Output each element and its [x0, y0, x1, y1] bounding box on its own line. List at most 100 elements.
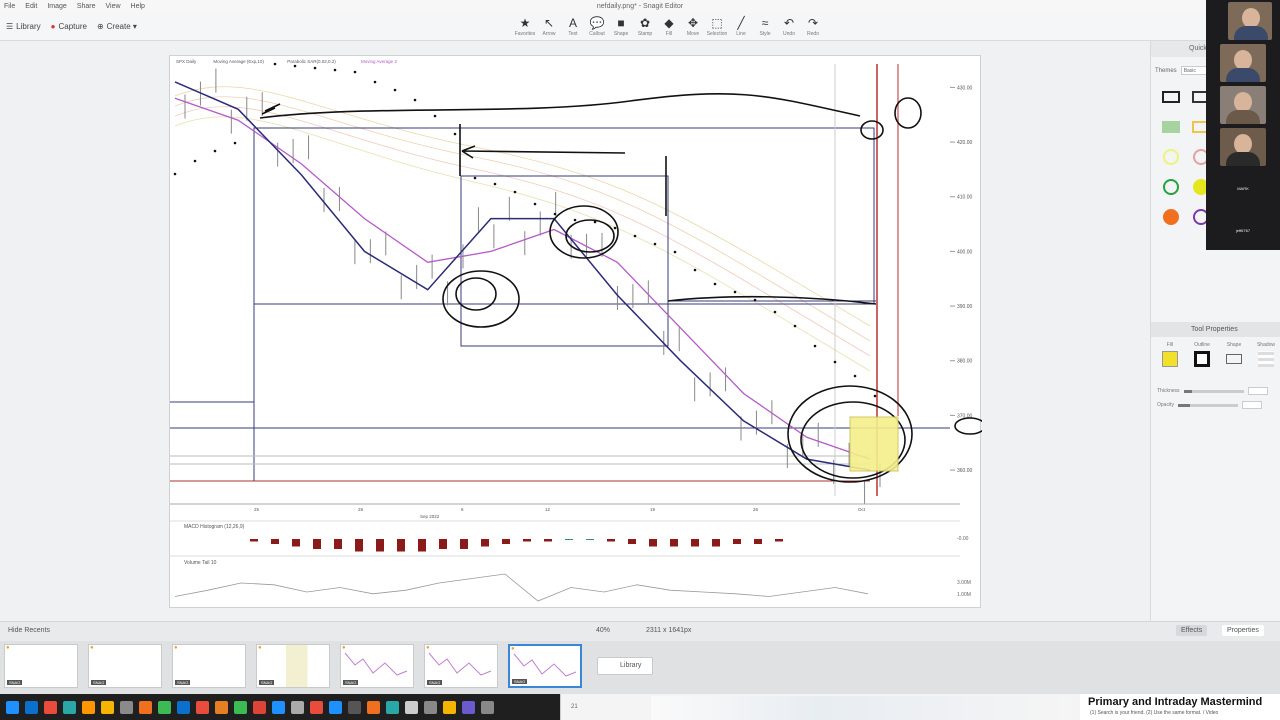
recent-thumbnail[interactable]: ● SNAG	[508, 644, 582, 688]
taskbar-app-icon[interactable]	[462, 700, 475, 714]
start-icon[interactable]	[6, 700, 19, 714]
sar-dot	[453, 132, 457, 136]
quick-style-4[interactable]	[1161, 118, 1181, 136]
undo-icon: ↶	[783, 16, 795, 30]
taskbar-app-icon[interactable]	[234, 700, 247, 714]
taskbar-app-icon[interactable]	[196, 700, 209, 714]
quick-style-12[interactable]	[1161, 178, 1181, 196]
macd-bar	[502, 539, 510, 544]
price-tick: 400.00	[957, 249, 973, 255]
tool-redo[interactable]: ↷ Redo	[802, 15, 824, 37]
hide-recents-button[interactable]: Hide Recents	[8, 627, 50, 634]
menu-help[interactable]: Help	[131, 3, 145, 10]
tool-style[interactable]: ≈ Style	[754, 15, 776, 37]
quick-style-0[interactable]	[1161, 88, 1181, 106]
sar-dot	[713, 282, 717, 286]
stamp-icon: ✿	[639, 16, 651, 30]
taskbar-app-icon[interactable]	[177, 700, 190, 714]
taskbar-app-icon[interactable]	[386, 700, 399, 714]
taskbar-app-icon[interactable]	[443, 700, 456, 714]
tray-library-button[interactable]: Library	[597, 657, 653, 675]
video-tile-2	[1220, 44, 1266, 82]
create-button[interactable]: ⊕ Create ▾	[97, 22, 137, 31]
tool-label: Stamp	[637, 31, 653, 37]
thumbnail-tag: SNAG	[512, 679, 528, 684]
tool-arrow[interactable]: ↖ Arrow	[538, 15, 560, 37]
capture-button[interactable]: ● Capture	[51, 22, 87, 31]
fill-control[interactable]: Fill	[1159, 342, 1181, 367]
taskbar-app-icon[interactable]	[291, 700, 304, 714]
outline-control[interactable]: Outline	[1191, 342, 1213, 367]
tool-favorites[interactable]: ★ Favorites	[514, 15, 536, 37]
effects-tab[interactable]: Effects	[1176, 625, 1208, 636]
dimensions-dropdown[interactable]: 2311 x 1641px	[646, 627, 691, 634]
taskbar-app-icon[interactable]	[367, 700, 380, 714]
taskbar-app-icon[interactable]	[44, 700, 57, 714]
macd-bar	[355, 539, 363, 552]
tool-callout[interactable]: 💬 Callout	[586, 15, 608, 37]
taskbar-app-icon[interactable]	[215, 700, 228, 714]
opacity-slider[interactable]: Opacity	[1157, 401, 1262, 409]
recent-thumbnail[interactable]: ● SNAG	[424, 644, 498, 688]
taskbar-app-icon[interactable]	[158, 700, 171, 714]
recent-thumbnail[interactable]: ● SNAG	[256, 644, 330, 688]
taskbar-app-icon[interactable]	[120, 700, 133, 714]
shape-control[interactable]: Shape	[1223, 342, 1245, 367]
chart-image[interactable]: SPX Daily Moving Average (Exp,10) Paraboli…	[169, 55, 986, 608]
line-icon: ╱	[737, 16, 745, 30]
taskbar-app-icon[interactable]	[82, 700, 95, 714]
x-tick: Sep 2022	[420, 514, 440, 519]
menu-edit[interactable]: Edit	[25, 3, 37, 10]
taskbar-app-icon[interactable]	[405, 700, 418, 714]
menu-file[interactable]: File	[4, 3, 15, 10]
tool-label: Shape	[613, 31, 629, 37]
macd-value: -0.00	[957, 536, 969, 542]
taskbar-app-icon[interactable]	[348, 700, 361, 714]
taskbar-app-icon[interactable]	[139, 700, 152, 714]
thumbnail-tag: SNAG	[91, 680, 107, 685]
sar-dot	[193, 159, 197, 163]
thickness-slider[interactable]: Thickness	[1157, 387, 1268, 395]
menu-share[interactable]: Share	[77, 3, 96, 10]
tool-selection[interactable]: ⬚ Selection	[706, 15, 728, 37]
themes-label: Themes	[1155, 67, 1177, 74]
sar-dot	[833, 360, 837, 364]
taskbar-app-icon[interactable]	[310, 700, 323, 714]
properties-tab[interactable]: Properties	[1222, 625, 1264, 636]
tool-text[interactable]: A Text	[562, 15, 584, 37]
recent-thumbnail[interactable]: ● SNAG	[340, 644, 414, 688]
taskbar-app-icon[interactable]	[424, 700, 437, 714]
shape-icon: ■	[617, 16, 625, 30]
taskbar-app-icon[interactable]	[481, 700, 494, 714]
recent-thumbnail[interactable]: ● SNAG	[4, 644, 78, 688]
sar-dot	[693, 268, 697, 272]
recent-thumbnail[interactable]: ● SNAG	[88, 644, 162, 688]
taskbar-app-icon[interactable]	[101, 700, 114, 714]
taskbar-app-icon[interactable]	[272, 700, 285, 714]
quick-style-8[interactable]	[1161, 148, 1181, 166]
tool-line[interactable]: ╱ Line	[730, 15, 752, 37]
taskbar-app-icon[interactable]	[253, 700, 266, 714]
callout-icon: 💬	[589, 16, 605, 30]
taskbar-app-icon[interactable]	[63, 700, 76, 714]
taskbar-app-icon[interactable]	[329, 700, 342, 714]
tool-move[interactable]: ✥ Move	[682, 15, 704, 37]
shadow-control[interactable]: Shadow	[1255, 342, 1277, 367]
tool-shape[interactable]: ■ Shape	[610, 15, 632, 37]
menu-image[interactable]: Image	[47, 3, 66, 10]
tool-label: Undo	[783, 31, 795, 37]
quick-style-16[interactable]	[1161, 208, 1181, 226]
taskbar-app-icon[interactable]	[25, 700, 38, 714]
library-button[interactable]: ☰ Library	[6, 22, 41, 31]
tool-fill[interactable]: ◆ Fill	[658, 15, 680, 37]
recent-thumbnail[interactable]: ● SNAG	[172, 644, 246, 688]
tool-stamp[interactable]: ✿ Stamp	[634, 15, 656, 37]
themes-dropdown[interactable]: Basic	[1180, 66, 1207, 75]
outline-swatch	[1194, 351, 1210, 367]
thumbnail-tag: SNAG	[7, 680, 23, 685]
tool-undo[interactable]: ↶ Undo	[778, 15, 800, 37]
zoom-dropdown[interactable]: 40%	[596, 627, 610, 634]
macd-bar	[670, 539, 678, 547]
sar-dot	[553, 212, 557, 216]
menu-view[interactable]: View	[106, 3, 121, 10]
